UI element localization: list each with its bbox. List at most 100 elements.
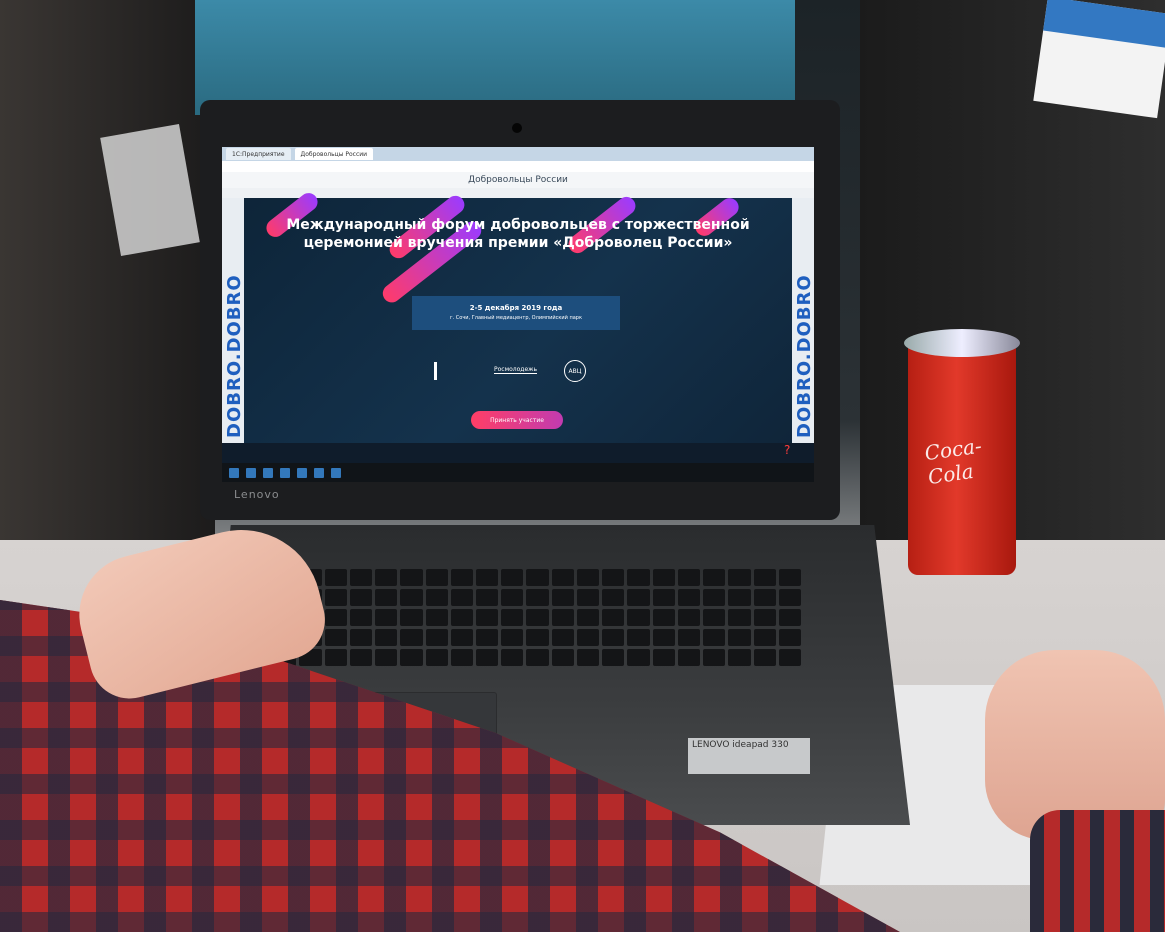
participate-button[interactable]: Принять участие — [471, 411, 563, 429]
keyboard-key[interactable] — [425, 649, 448, 666]
keyboard-key[interactable] — [778, 589, 801, 606]
keyboard-key[interactable] — [753, 609, 776, 626]
keyboard-key[interactable] — [450, 589, 474, 606]
keyboard-key[interactable] — [375, 649, 398, 666]
keyboard-key[interactable] — [501, 629, 524, 646]
keyboard-key[interactable] — [677, 609, 701, 626]
keyboard-key[interactable] — [324, 609, 347, 626]
keyboard-key[interactable] — [778, 649, 801, 666]
keyboard-key[interactable] — [526, 629, 549, 646]
keyboard-key[interactable] — [375, 629, 398, 646]
keyboard-key[interactable] — [677, 649, 701, 666]
keyboard-key[interactable] — [602, 569, 625, 586]
keyboard-key[interactable] — [551, 569, 574, 586]
keyboard-key[interactable] — [375, 569, 398, 586]
keyboard-key[interactable] — [652, 629, 675, 646]
keyboard-key[interactable] — [400, 569, 423, 586]
keyboard-key[interactable] — [526, 609, 549, 626]
keyboard-key[interactable] — [324, 649, 347, 666]
keyboard-key[interactable] — [652, 609, 675, 626]
keyboard-key[interactable] — [425, 569, 448, 586]
browser-tab[interactable]: 1С:Предприятие — [226, 148, 291, 160]
keyboard-key[interactable] — [753, 589, 776, 606]
keyboard-key[interactable] — [400, 589, 423, 606]
keyboard-key[interactable] — [602, 589, 625, 606]
keyboard-key[interactable] — [349, 569, 373, 586]
keyboard-key[interactable] — [677, 569, 701, 586]
keyboard-key[interactable] — [425, 609, 448, 626]
keyboard-key[interactable] — [551, 629, 574, 646]
keyboard-key[interactable] — [627, 629, 650, 646]
keyboard-key[interactable] — [576, 569, 600, 586]
keyboard-key[interactable] — [602, 649, 625, 666]
keyboard-key[interactable] — [703, 609, 726, 626]
start-icon[interactable] — [229, 467, 239, 478]
keyboard-key[interactable] — [778, 629, 801, 646]
keyboard-key[interactable] — [576, 649, 600, 666]
keyboard-key[interactable] — [551, 589, 574, 606]
keyboard-key[interactable] — [652, 649, 675, 666]
browser-icon[interactable] — [314, 467, 324, 478]
keyboard-key[interactable] — [753, 569, 776, 586]
search-icon[interactable] — [246, 467, 256, 478]
keyboard-key[interactable] — [349, 629, 373, 646]
keyboard-key[interactable] — [778, 569, 801, 586]
keyboard-key[interactable] — [501, 649, 524, 666]
keyboard-key[interactable] — [753, 649, 776, 666]
keyboard-key[interactable] — [501, 569, 524, 586]
keyboard-key[interactable] — [728, 609, 751, 626]
app-icon[interactable] — [331, 467, 341, 478]
keyboard[interactable] — [245, 565, 805, 670]
keyboard-key[interactable] — [728, 589, 751, 606]
explorer-icon[interactable] — [280, 467, 290, 478]
keyboard-key[interactable] — [576, 609, 600, 626]
keyboard-key[interactable] — [349, 609, 373, 626]
keyboard-key[interactable] — [703, 629, 726, 646]
keyboard-key[interactable] — [703, 649, 726, 666]
keyboard-key[interactable] — [476, 649, 499, 666]
help-icon[interactable]: ? — [784, 443, 790, 457]
keyboard-key[interactable] — [627, 649, 650, 666]
keyboard-key[interactable] — [627, 589, 650, 606]
keyboard-key[interactable] — [677, 629, 701, 646]
keyboard-key[interactable] — [501, 609, 524, 626]
keyboard-key[interactable] — [349, 649, 373, 666]
keyboard-key[interactable] — [400, 629, 423, 646]
keyboard-key[interactable] — [450, 629, 474, 646]
keyboard-key[interactable] — [551, 609, 574, 626]
keyboard-key[interactable] — [551, 649, 574, 666]
keyboard-key[interactable] — [324, 569, 347, 586]
keyboard-key[interactable] — [400, 649, 423, 666]
keyboard-key[interactable] — [728, 629, 751, 646]
keyboard-key[interactable] — [476, 569, 499, 586]
keyboard-key[interactable] — [576, 589, 600, 606]
keyboard-key[interactable] — [476, 589, 499, 606]
keyboard-key[interactable] — [425, 589, 448, 606]
keyboard-key[interactable] — [400, 609, 423, 626]
keyboard-key[interactable] — [375, 609, 398, 626]
keyboard-key[interactable] — [450, 649, 474, 666]
keyboard-key[interactable] — [753, 629, 776, 646]
address-bar[interactable] — [222, 161, 814, 172]
keyboard-key[interactable] — [375, 589, 398, 606]
keyboard-key[interactable] — [425, 629, 448, 646]
keyboard-key[interactable] — [627, 569, 650, 586]
browser-tab-active[interactable]: Добровольцы России — [294, 148, 374, 160]
keyboard-key[interactable] — [324, 589, 347, 606]
keyboard-key[interactable] — [652, 589, 675, 606]
keyboard-key[interactable] — [677, 589, 701, 606]
keyboard-key[interactable] — [450, 569, 474, 586]
task-view-icon[interactable] — [263, 467, 273, 478]
keyboard-key[interactable] — [778, 609, 801, 626]
keyboard-key[interactable] — [703, 569, 726, 586]
keyboard-key[interactable] — [602, 629, 625, 646]
keyboard-key[interactable] — [627, 609, 650, 626]
keyboard-key[interactable] — [349, 589, 373, 606]
keyboard-key[interactable] — [728, 569, 751, 586]
keyboard-key[interactable] — [576, 629, 600, 646]
keyboard-key[interactable] — [703, 589, 726, 606]
keyboard-key[interactable] — [602, 609, 625, 626]
keyboard-key[interactable] — [501, 589, 524, 606]
keyboard-key[interactable] — [526, 569, 549, 586]
keyboard-key[interactable] — [526, 649, 549, 666]
